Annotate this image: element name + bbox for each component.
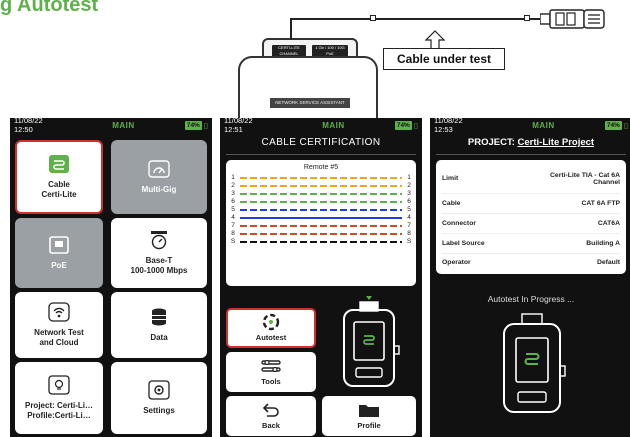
detail-key: Operator [442, 258, 471, 266]
callout-label: Cable under test [396, 52, 492, 66]
status-bar: 11/08/22 12:51 MAIN 74% ▯ [220, 118, 422, 134]
tile-label: Base-T 100-1000 Mbps [130, 256, 188, 275]
wiremap: Remote #5 1 2 3 6 5 4 7 8 S 1 2 3 6 5 4 … [226, 160, 416, 286]
detail-value: Building A [586, 240, 620, 247]
handheld-tester-icon [343, 296, 400, 387]
status-mode: MAIN [532, 120, 555, 130]
cable-segment [290, 18, 292, 40]
cable-under-test-callout: Cable under test [383, 48, 505, 70]
tile-cable-certi-lite[interactable]: Cable Certi-Lite [15, 140, 103, 214]
folder-icon [358, 402, 380, 418]
tile-label: Settings [143, 406, 175, 415]
back-button[interactable]: Back [226, 396, 316, 436]
detail-key: Limit [442, 175, 459, 182]
battery-indicator: 74% ▯ [604, 120, 628, 130]
cable-certification-title: CABLE CERTIFICATION [226, 132, 416, 155]
cable-certification-panel: 11/08/22 12:51 MAIN 74% ▯ CABLE CERTIFICA… [220, 118, 422, 437]
lightbulb-icon [47, 375, 71, 395]
detail-key: Cable [442, 200, 461, 207]
tile-settings[interactable]: Settings [111, 362, 207, 434]
tools-label: Tools [261, 377, 281, 386]
battery-icon: ▯ [413, 120, 418, 130]
battery-icon: ▯ [623, 120, 628, 130]
main-menu-panel: 11/08/22 12:50 MAIN 74% ▯ Cable Certi-Lit… [10, 118, 212, 437]
tile-label: Network Test and Cloud [34, 328, 84, 347]
tools-icon [260, 358, 282, 374]
stopwatch-icon [147, 230, 171, 250]
network-cloud-icon [47, 302, 71, 322]
detail-value: CAT6A [597, 220, 620, 227]
battery-indicator: 74% ▯ [184, 120, 208, 130]
settings-icon [147, 380, 171, 400]
up-arrow-icon [425, 30, 445, 50]
tile-multi-gig[interactable]: Multi-Gig [111, 140, 207, 214]
device-label: NETWORK SERVICE ASSISTANT [270, 98, 350, 108]
battery-level: 74% [604, 120, 622, 130]
project-name-link[interactable]: Certi-Lite Project [518, 137, 595, 148]
cable-icon [47, 154, 71, 174]
project-title: PROJECT: Certi-Lite Project [436, 132, 626, 155]
tile-label: Data [150, 333, 168, 342]
status-time: 11/08/22 12:53 [434, 118, 463, 134]
battery-level: 74% [394, 120, 412, 130]
back-arrow-icon [262, 402, 280, 418]
cable-segment [290, 18, 540, 20]
battery-indicator: 74% ▯ [394, 120, 418, 130]
autotest-label: Autotest [255, 333, 287, 342]
tile-network-test-cloud[interactable]: Network Test and Cloud [15, 292, 103, 358]
tile-project-profile[interactable]: Project: Certi-Li… Profile:Certi-Li… [15, 362, 103, 434]
handheld-tester-icon [503, 313, 566, 413]
detail-key: Connector [442, 220, 476, 227]
wire-pairs [240, 177, 402, 243]
back-label: Back [262, 421, 280, 430]
status-mode: MAIN [112, 120, 135, 130]
tester-device: CERTI-LITE CHANNEL 1 Gb / 100 / 10G PoE … [238, 38, 378, 126]
tile-label: Cable Certi-Lite [41, 180, 77, 199]
tile-label: PoE [51, 261, 67, 270]
detail-value: Certi-Lite TIA - Cat 6A Channel [550, 171, 620, 186]
cable-node [524, 15, 530, 21]
battery-icon: ▯ [203, 120, 208, 130]
detail-row: Connector CAT6A [442, 214, 620, 234]
detail-value: Default [596, 258, 620, 266]
autotest-icon [262, 313, 280, 331]
gauge-icon [147, 159, 171, 179]
status-time: 11/08/22 12:51 [224, 118, 253, 134]
rj45-plug-icon [540, 9, 605, 29]
tile-data[interactable]: Data [111, 292, 207, 358]
detail-key: Label Source [442, 240, 485, 247]
page-title: g Autotest [0, 0, 99, 16]
profile-label: Profile [357, 421, 381, 430]
tile-label: Project: Certi-Li… Profile:Certi-Li… [24, 401, 93, 420]
database-icon [147, 307, 171, 327]
detail-row: Label Source Building A [442, 234, 620, 254]
tile-base-t[interactable]: Base-T 100-1000 Mbps [111, 218, 207, 288]
cable-node [370, 15, 376, 21]
status-time: 11/08/22 12:50 [14, 118, 43, 134]
detail-row: Operator Default [442, 254, 620, 270]
detail-value: CAT 6A FTP [581, 200, 620, 207]
project-details: Limit Certi-Lite TIA - Cat 6A Channel Ca… [436, 160, 626, 274]
status-bar: 11/08/22 12:53 MAIN 74% ▯ [430, 118, 630, 134]
detail-row: Cable CAT 6A FTP [442, 194, 620, 214]
status-bar: 11/08/22 12:50 MAIN 74% ▯ [10, 118, 212, 134]
project-panel: 11/08/22 12:53 MAIN 74% ▯ PROJECT: Certi-… [430, 118, 630, 437]
tile-label: Multi-Gig [141, 185, 177, 194]
autotest-button[interactable]: Autotest [226, 308, 316, 348]
poe-icon [47, 235, 71, 255]
tile-poe[interactable]: PoE [15, 218, 103, 288]
tools-button[interactable]: Tools [226, 352, 316, 392]
profile-button[interactable]: Profile [322, 396, 416, 436]
status-mode: MAIN [322, 120, 345, 130]
detail-row: Limit Certi-Lite TIA - Cat 6A Channel [442, 164, 620, 194]
autotest-progress-text: Autotest In Progress ... [487, 294, 575, 304]
battery-level: 74% [184, 120, 202, 130]
project-title-prefix: PROJECT: [467, 137, 518, 148]
device-body: NETWORK SERVICE ASSISTANT [238, 56, 378, 126]
